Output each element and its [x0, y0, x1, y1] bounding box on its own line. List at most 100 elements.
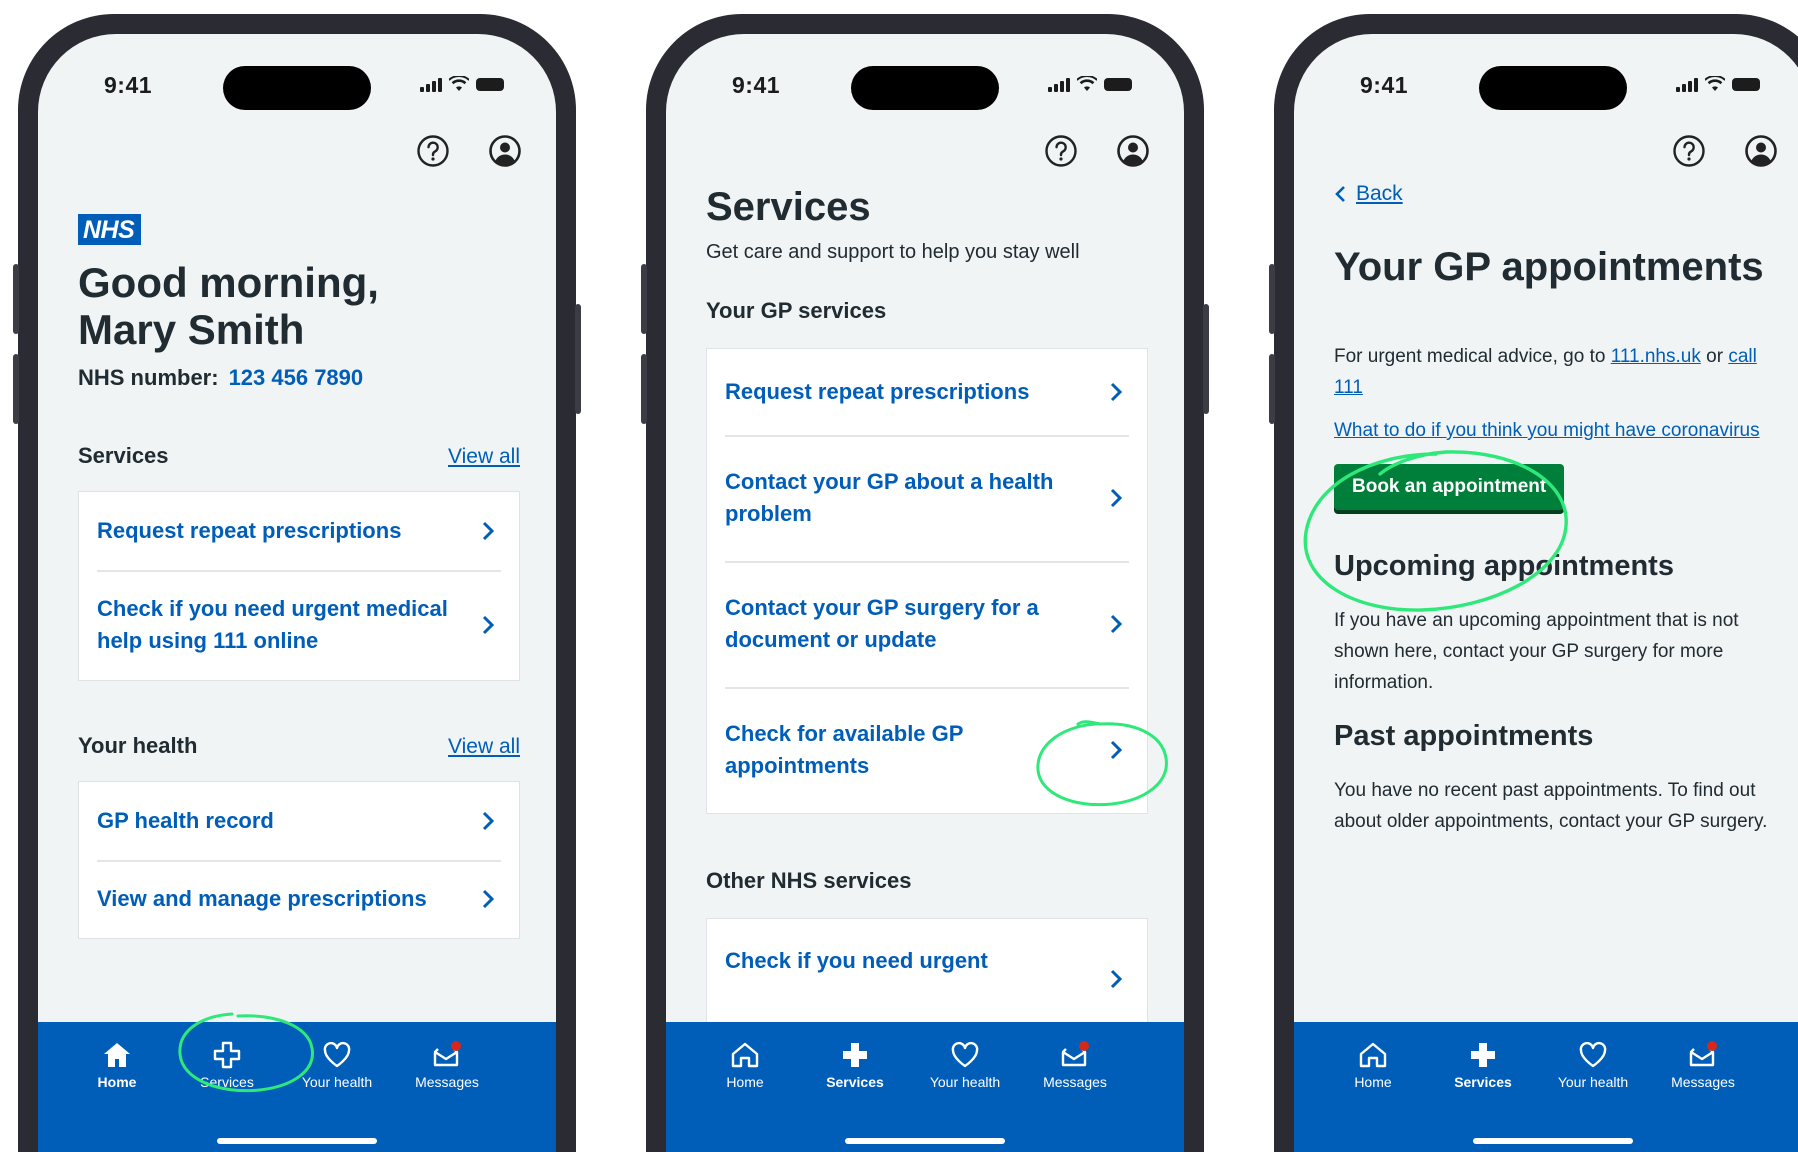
status-icons	[420, 76, 504, 92]
messages-icon	[433, 1041, 461, 1067]
tab-messages[interactable]: Messages	[392, 1040, 502, 1090]
status-bar: 9:41	[1294, 66, 1798, 110]
tab-messages[interactable]: Messages	[1020, 1040, 1130, 1090]
home-content: NHS Good morning, Mary Smith NHS number: 1…	[78, 214, 520, 939]
list-item-check-urgent[interactable]: Check if you need urgent	[707, 919, 1147, 1039]
back-link[interactable]: Back	[1334, 182, 1788, 206]
services-content: Services Get care and support to help yo…	[706, 184, 1148, 1040]
tab-services[interactable]: Services	[172, 1040, 282, 1090]
help-icon[interactable]	[1672, 134, 1706, 168]
services-cross-icon	[843, 1043, 867, 1067]
health-section-header: Your health View all	[78, 733, 520, 759]
list-item-check-gp-appointments[interactable]: Check for available GP appointments	[707, 687, 1147, 813]
other-services-title: Other NHS services	[706, 868, 912, 893]
account-icon[interactable]	[1116, 134, 1150, 168]
gp-services-card: Request repeat prescriptions Contact you…	[706, 348, 1148, 814]
gp-services-title: Your GP services	[706, 298, 887, 323]
heart-icon	[951, 1041, 979, 1068]
account-icon[interactable]	[488, 134, 522, 168]
status-bar: 9:41	[38, 66, 556, 110]
phone-screen: 9:41 Services Get care and support to he…	[666, 34, 1184, 1152]
phone-gp-appointments: 9:41 Back Your GP appointments For urgen…	[1269, 14, 1798, 1152]
heart-icon	[1579, 1041, 1607, 1068]
home-icon	[731, 1042, 759, 1068]
services-view-all-link[interactable]: View all	[448, 445, 520, 469]
tab-home[interactable]: Home	[62, 1040, 172, 1090]
list-item-gp-record[interactable]: GP health record	[79, 782, 519, 860]
tab-services[interactable]: Services	[1428, 1040, 1538, 1090]
services-card: Request repeat prescriptions Check if yo…	[78, 491, 520, 681]
home-indicator	[1473, 1138, 1633, 1144]
tab-bar: Home Services Your health Messages	[666, 1022, 1184, 1152]
tab-messages[interactable]: Messages	[1648, 1040, 1758, 1090]
tab-your-health[interactable]: Your health	[910, 1040, 1020, 1090]
battery-icon	[1104, 78, 1132, 91]
health-card: GP health record View and manage prescri…	[78, 781, 520, 939]
battery-icon	[1732, 78, 1760, 91]
chevron-right-icon	[482, 889, 495, 909]
list-item-contact-gp-health[interactable]: Contact your GP about a health problem	[707, 435, 1147, 561]
wifi-icon	[1077, 76, 1097, 91]
urgent-advice-text: For urgent medical advice, go to 111.nhs…	[1334, 346, 1757, 398]
list-item-check-111[interactable]: Check if you need urgent medical help us…	[79, 570, 519, 680]
chevron-right-icon	[482, 811, 495, 831]
book-appointment-button[interactable]: Book an appointment	[1334, 464, 1565, 510]
dynamic-island	[223, 66, 371, 110]
page-title: Services	[706, 185, 871, 229]
status-time: 9:41	[732, 72, 781, 98]
heart-icon	[323, 1041, 351, 1068]
page-subtitle: Get care and support to help you stay we…	[706, 241, 1080, 263]
dynamic-island	[851, 66, 999, 110]
list-item-request-prescriptions[interactable]: Request repeat prescriptions	[79, 492, 519, 570]
tab-your-health[interactable]: Your health	[1538, 1040, 1648, 1090]
status-bar: 9:41	[666, 66, 1184, 110]
help-icon[interactable]	[1044, 134, 1078, 168]
past-text: You have no recent past appointments. To…	[1334, 780, 1768, 832]
help-icon[interactable]	[416, 134, 450, 168]
phone-screen: 9:41 NHS Good morning, Mary Smith NHS num…	[38, 34, 556, 1152]
signal-icon	[1676, 76, 1698, 92]
list-item-contact-gp-document[interactable]: Contact your GP surgery for a document o…	[707, 561, 1147, 687]
chevron-right-icon	[1110, 740, 1123, 760]
tab-bar: Home Services Your health Messages	[1294, 1022, 1798, 1152]
home-indicator	[845, 1138, 1005, 1144]
status-icons	[1048, 76, 1132, 92]
page-title: Your GP appointments	[1334, 245, 1764, 289]
tab-bar: Home Services Your health Messages	[38, 1022, 556, 1152]
home-indicator	[217, 1138, 377, 1144]
chevron-right-icon	[482, 615, 495, 635]
chevron-left-icon	[1335, 186, 1345, 202]
dynamic-island	[1479, 66, 1627, 110]
tab-home[interactable]: Home	[690, 1040, 800, 1090]
wifi-icon	[449, 76, 469, 91]
services-cross-icon	[1471, 1043, 1495, 1067]
account-icon[interactable]	[1744, 134, 1778, 168]
upcoming-heading: Upcoming appointments	[1334, 550, 1674, 582]
messages-icon	[1061, 1041, 1089, 1067]
phone-screen: 9:41 Back Your GP appointments For urgen…	[1294, 34, 1798, 1152]
nhs-111-link[interactable]: 111.nhs.uk	[1611, 346, 1701, 367]
status-time: 9:41	[104, 72, 153, 98]
health-view-all-link[interactable]: View all	[448, 735, 520, 759]
status-time: 9:41	[1360, 72, 1409, 98]
tab-services[interactable]: Services	[800, 1040, 910, 1090]
appointments-content: Back Your GP appointments For urgent med…	[1334, 182, 1788, 837]
messages-icon	[1689, 1041, 1717, 1067]
services-cross-icon	[213, 1041, 241, 1069]
tab-your-health[interactable]: Your health	[282, 1040, 392, 1090]
chevron-right-icon	[1110, 614, 1123, 634]
upcoming-text: If you have an upcoming appointment that…	[1334, 610, 1739, 693]
list-item-request-prescriptions[interactable]: Request repeat prescriptions	[707, 349, 1147, 435]
list-item-manage-prescriptions[interactable]: View and manage prescriptions	[79, 860, 519, 938]
nhs-number: NHS number: 123 456 7890	[78, 365, 364, 390]
signal-icon	[420, 76, 442, 92]
phone-home: 9:41 NHS Good morning, Mary Smith NHS num…	[13, 14, 581, 1152]
coronavirus-link[interactable]: What to do if you think you might have c…	[1334, 420, 1760, 441]
services-section-header: Services View all	[78, 443, 520, 469]
past-heading: Past appointments	[1334, 720, 1594, 752]
tab-home[interactable]: Home	[1318, 1040, 1428, 1090]
chevron-right-icon	[482, 521, 495, 541]
chevron-right-icon	[1110, 382, 1123, 402]
home-icon	[104, 1043, 130, 1067]
chevron-right-icon	[1110, 969, 1123, 989]
